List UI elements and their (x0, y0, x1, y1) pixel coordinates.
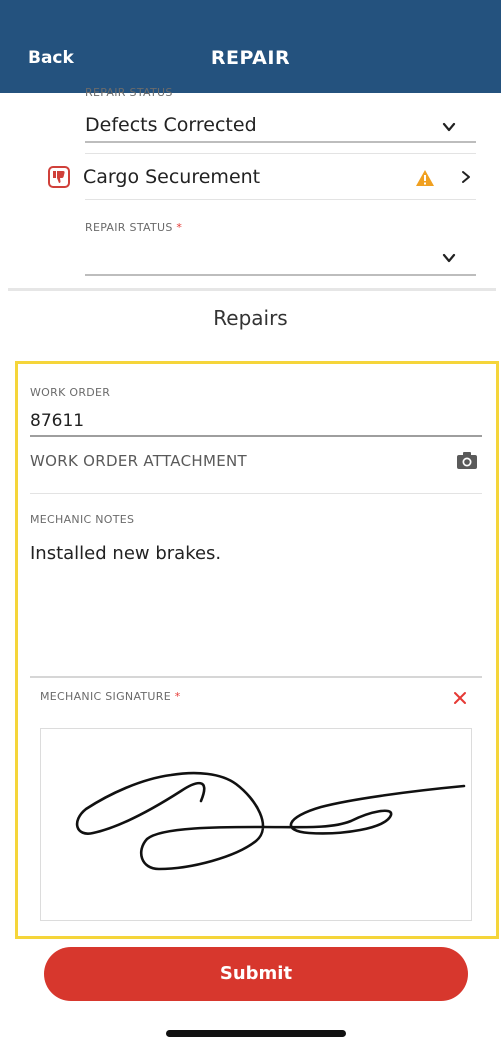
divider (30, 493, 482, 494)
work-order-label: WORK ORDER (30, 386, 111, 399)
divider (30, 676, 482, 678)
mechanic-signature-label: MECHANIC SIGNATURE * (40, 690, 181, 703)
required-marker: * (174, 690, 181, 703)
app-header: Back REPAIR (0, 0, 501, 93)
divider (85, 153, 476, 154)
signature-pad[interactable] (40, 728, 472, 921)
repair-status-label: REPAIR STATUS * (85, 221, 182, 234)
required-marker: * (176, 221, 183, 234)
camera-icon[interactable] (456, 450, 478, 470)
home-indicator (166, 1030, 346, 1037)
divider (85, 199, 476, 200)
signature-drawing (75, 771, 466, 871)
repair-status-label-text: REPAIR STATUS (85, 221, 173, 234)
chevron-right-icon[interactable] (460, 170, 472, 184)
select-underline (85, 274, 476, 276)
chevron-down-icon[interactable] (442, 120, 456, 134)
repair-status-label-prev: REPAIR STATUS (85, 86, 173, 99)
select-underline (85, 141, 476, 143)
work-order-input[interactable]: 87611 (30, 411, 84, 431)
work-order-underline (30, 435, 482, 437)
chevron-down-icon[interactable] (442, 251, 456, 265)
submit-button[interactable]: Submit (44, 947, 468, 1001)
mechanic-signature-label-text: MECHANIC SIGNATURE (40, 690, 171, 703)
close-icon[interactable] (452, 690, 468, 706)
section-divider (8, 288, 496, 291)
warning-icon (416, 170, 434, 186)
repairs-section-title: Repairs (213, 306, 288, 330)
mechanic-notes-label: MECHANIC NOTES (30, 513, 135, 526)
defect-item-label[interactable]: Cargo Securement (83, 166, 260, 188)
repair-status-select-prev[interactable]: Defects Corrected (85, 114, 257, 136)
page-title: REPAIR (210, 47, 291, 69)
thumbs-down-icon (48, 166, 70, 188)
mechanic-notes-input[interactable]: Installed new brakes. (30, 543, 221, 564)
work-order-attachment-label: WORK ORDER ATTACHMENT (30, 452, 247, 470)
